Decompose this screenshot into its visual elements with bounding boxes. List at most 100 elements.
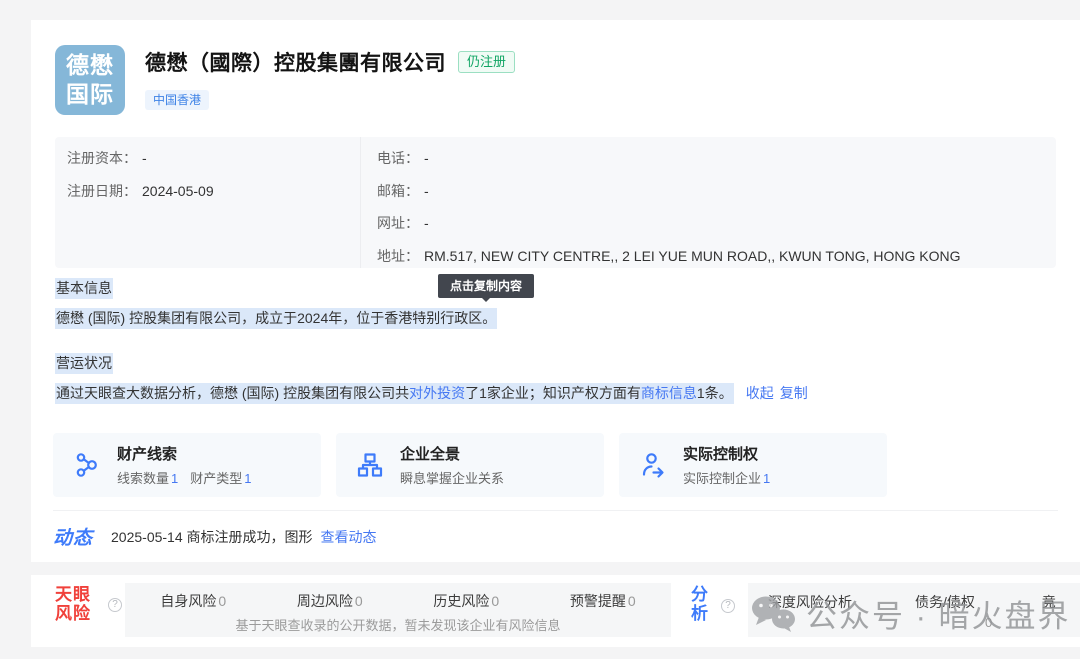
actual-control-title: 实际控制权 bbox=[683, 443, 772, 464]
company-panorama-icon bbox=[356, 451, 384, 479]
company-panorama-title: 企业全景 bbox=[400, 443, 504, 464]
historical-risk-count: 0 bbox=[491, 593, 499, 609]
status-badge: 仍注册 bbox=[458, 51, 515, 73]
peripheral-risk-item[interactable]: 周边风险0 bbox=[297, 591, 363, 611]
operation-text-part1: 通过天眼查大数据分析，德懋 (国际) 控股集团有限公司共 bbox=[56, 385, 409, 401]
risk-analysis-bar: 天眼 风险 ? 自身风险0 周边风险0 历史风险0 预警提醒0 基于天眼查收录的… bbox=[31, 575, 1080, 647]
website-label: 网址： bbox=[377, 215, 419, 231]
property-clues-card[interactable]: 财产线索 线索数量1财产类型1 bbox=[53, 433, 321, 497]
self-risk-label: 自身风险 bbox=[160, 593, 216, 609]
self-risk-count: 0 bbox=[218, 593, 226, 609]
phone-value: - bbox=[424, 150, 429, 166]
info-right-column: 电话：- 邮箱：- 网址：- 地址：RM.517, NEW CITY CENTR… bbox=[361, 137, 1056, 268]
email-row: 邮箱：- bbox=[377, 180, 1056, 213]
tianyan-risk-logo: 天眼 风险 bbox=[55, 585, 91, 623]
analysis-logo: 分 析 bbox=[691, 585, 708, 623]
email-label: 邮箱： bbox=[377, 183, 419, 199]
analysis-logo-line2: 析 bbox=[691, 604, 708, 623]
address-label: 地址： bbox=[377, 248, 419, 264]
property-type-value: 1 bbox=[244, 471, 251, 486]
analysis-logo-line1: 分 bbox=[691, 585, 708, 604]
risk-help-icon[interactable]: ? bbox=[108, 598, 122, 612]
collapse-link[interactable]: 收起 bbox=[746, 385, 774, 401]
registration-date-label: 注册日期： bbox=[67, 183, 137, 199]
phone-label: 电话： bbox=[377, 150, 419, 166]
operation-text-part2: 了1家企业；知识产权方面有 bbox=[465, 385, 641, 401]
company-panorama-texts: 企业全景 瞬息掌握企业关系 bbox=[400, 443, 504, 487]
dynamics-text: 2025-05-14 商标注册成功，图形 bbox=[111, 527, 313, 547]
property-clues-icon bbox=[73, 451, 101, 479]
risk-note: 基于天眼查收录的公开数据，暂未发现该企业有风险信息 bbox=[125, 615, 671, 634]
controlled-company-label: 实际控制企业 bbox=[683, 471, 761, 486]
debt-credit-item[interactable]: 债务/债权 bbox=[915, 592, 975, 612]
registered-capital-row: 注册资本：- bbox=[67, 147, 360, 180]
warning-reminder-count: 0 bbox=[628, 593, 636, 609]
title-row: 德懋（國際）控股集團有限公司 仍注册 bbox=[145, 47, 515, 77]
registration-date-value: 2024-05-09 bbox=[142, 183, 214, 199]
property-clues-subtitle: 线索数量1财产类型1 bbox=[117, 468, 254, 487]
company-name: 德懋（國際）控股集團有限公司 bbox=[145, 47, 446, 77]
peripheral-risk-label: 周边风险 bbox=[297, 593, 353, 609]
dynamics-row: 动态 2025-05-14 商标注册成功，图形 查看动态 bbox=[53, 523, 377, 550]
copy-tooltip: 点击复制内容 bbox=[438, 274, 534, 298]
property-clues-title: 财产线索 bbox=[117, 443, 254, 464]
operation-summary-text[interactable]: 通过天眼查大数据分析，德懋 (国际) 控股集团有限公司共对外投资了1家企业；知识… bbox=[55, 383, 734, 404]
trademark-info-link[interactable]: 商标信息 bbox=[641, 385, 697, 401]
website-value: - bbox=[424, 215, 429, 231]
operation-title-text: 营运状况 bbox=[55, 353, 113, 374]
historical-risk-label: 历史风险 bbox=[433, 593, 489, 609]
outbound-investment-link[interactable]: 对外投资 bbox=[409, 385, 465, 401]
address-row[interactable]: 地址： RM.517, NEW CITY CENTRE,, 2 LEI YUE M… bbox=[377, 245, 1056, 278]
website-row: 网址：- bbox=[377, 212, 1056, 245]
clues-count-label: 线索数量 bbox=[117, 471, 169, 486]
basic-info-section-title: 基本信息 bbox=[55, 278, 113, 299]
peripheral-risk-count: 0 bbox=[355, 593, 363, 609]
company-panorama-card[interactable]: 企业全景 瞬息掌握企业关系 bbox=[336, 433, 604, 497]
section-divider bbox=[53, 510, 1058, 511]
company-logo-line2: 国际 bbox=[55, 80, 125, 109]
basic-info-summary[interactable]: 德懋 (国际) 控股集团有限公司，成立于2024年，位于香港特别行政区。 bbox=[55, 308, 497, 329]
info-left-column: 注册资本：- 注册日期： 2024-05-09 bbox=[55, 137, 361, 268]
basic-info-title-text: 基本信息 bbox=[55, 278, 113, 299]
controlled-company-value: 1 bbox=[763, 471, 770, 486]
operation-section-title: 营运状况 bbox=[55, 353, 113, 374]
risk-summary-panel: 自身风险0 周边风险0 历史风险0 预警提醒0 基于天眼查收录的公开数据，暂未发… bbox=[125, 583, 671, 637]
tianyan-risk-logo-line2: 风险 bbox=[55, 604, 91, 623]
warning-reminder-item[interactable]: 预警提醒0 bbox=[570, 591, 636, 611]
tianyan-risk-logo-line1: 天眼 bbox=[55, 585, 91, 604]
warning-reminder-label: 预警提醒 bbox=[570, 593, 626, 609]
basic-info-summary-text[interactable]: 德懋 (国际) 控股集团有限公司，成立于2024年，位于香港特别行政区。 bbox=[55, 308, 497, 329]
historical-risk-item[interactable]: 历史风险0 bbox=[433, 591, 499, 611]
operation-text-part3: 1条。 bbox=[697, 385, 733, 401]
risk-items-row: 自身风险0 周边风险0 历史风险0 预警提醒0 bbox=[125, 583, 671, 611]
company-profile-card: 德懋 国际 德懋（國際）控股集團有限公司 仍注册 中国香港 注册资本：- 注册日… bbox=[31, 20, 1080, 562]
email-value: - bbox=[424, 183, 429, 199]
analysis-panel: 深度风险分析 债务/债权 竞 0 bbox=[748, 583, 1080, 637]
region-tag[interactable]: 中国香港 bbox=[145, 90, 209, 110]
registered-capital-label: 注册资本： bbox=[67, 150, 137, 166]
actual-control-texts: 实际控制权 实际控制企业1 bbox=[683, 443, 772, 487]
company-logo: 德懋 国际 bbox=[55, 45, 125, 115]
analysis-items-row: 深度风险分析 债务/债权 竞 bbox=[748, 583, 1080, 612]
address-value[interactable]: RM.517, NEW CITY CENTRE,, 2 LEI YUE MUN … bbox=[424, 248, 961, 264]
competition-item[interactable]: 竞 bbox=[1042, 592, 1056, 612]
company-panorama-subtitle: 瞬息掌握企业关系 bbox=[400, 468, 504, 487]
operation-summary: 通过天眼查大数据分析，德懋 (国际) 控股集团有限公司共对外投资了1家企业；知识… bbox=[55, 383, 808, 404]
property-type-label: 财产类型 bbox=[190, 471, 242, 486]
view-dynamics-link[interactable]: 查看动态 bbox=[321, 527, 377, 547]
actual-control-card[interactable]: 实际控制权 实际控制企业1 bbox=[619, 433, 887, 497]
debt-credit-count: 0 bbox=[985, 615, 992, 630]
phone-row: 电话：- bbox=[377, 147, 1056, 180]
analysis-help-icon[interactable]: ? bbox=[721, 599, 735, 613]
actual-control-subtitle: 实际控制企业1 bbox=[683, 468, 772, 487]
deep-risk-analysis-item[interactable]: 深度风险分析 bbox=[768, 592, 852, 612]
registration-date-row: 注册日期： 2024-05-09 bbox=[67, 180, 360, 213]
dynamics-logo: 动态 bbox=[53, 523, 93, 550]
registration-info-box: 注册资本：- 注册日期：2024-05-09 电话：- 邮箱：- 网址：- 地址… bbox=[55, 137, 1056, 268]
clues-count-value: 1 bbox=[171, 471, 178, 486]
copy-link[interactable]: 复制 bbox=[780, 385, 808, 401]
feature-cards-row: 财产线索 线索数量1财产类型1 企业全景 瞬息掌握企业关系 bbox=[53, 433, 887, 497]
self-risk-item[interactable]: 自身风险0 bbox=[160, 591, 226, 611]
actual-control-icon bbox=[639, 451, 667, 479]
property-clues-texts: 财产线索 线索数量1财产类型1 bbox=[117, 443, 254, 487]
